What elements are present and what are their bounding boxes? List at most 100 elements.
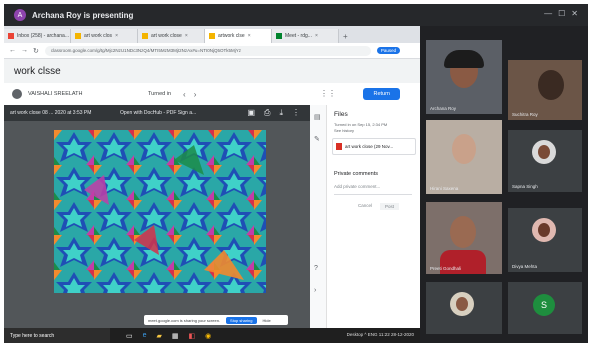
- stop-sharing-button[interactable]: Stop sharing: [226, 316, 257, 324]
- return-button[interactable]: Return: [363, 88, 400, 100]
- open-with-button[interactable]: Open with DocHub - PDF Sign a...: [120, 110, 196, 116]
- private-comment-input[interactable]: Add private comment...: [334, 184, 412, 195]
- apps-grid-icon[interactable]: ⋮⋮: [320, 89, 336, 98]
- participant-name: Archana Roy: [430, 106, 457, 111]
- system-tray: Desktop ^ ENG 11:22 28-12-2020: [346, 332, 414, 337]
- viewer-icons: ▣ ⎙ ⤓ ⋮: [247, 108, 300, 118]
- folder-icon[interactable]: ▰: [157, 332, 162, 340]
- files-heading: Files: [334, 111, 348, 118]
- classroom-icon: [75, 33, 81, 39]
- tab-close-icon[interactable]: ×: [315, 33, 318, 39]
- assignment-title: work clsse: [14, 66, 61, 77]
- document-viewer: [4, 121, 310, 328]
- participants-panel: Archana Roy Suchitra Roy Hirani Saxena S…: [420, 26, 588, 343]
- files-icon[interactable]: ▤: [314, 113, 321, 121]
- participant-name: Hirani Saxena: [430, 186, 459, 191]
- participant-name: Suchitra Roy: [512, 112, 538, 117]
- collapse-icon[interactable]: ›: [314, 287, 316, 294]
- meet-presenting-bar: A Archana Roy is presenting — ☐ ✕: [4, 4, 588, 26]
- office-icon[interactable]: ◧: [189, 332, 196, 340]
- student-artwork: [54, 130, 266, 293]
- tab-close-icon[interactable]: ×: [185, 33, 188, 39]
- browser-tab[interactable]: art work clos ×: [71, 29, 138, 43]
- participant-video: [452, 134, 476, 164]
- tab-close-icon[interactable]: ×: [115, 33, 118, 39]
- screen-share-banner: meet.google.com is sharing your screen. …: [144, 315, 288, 325]
- participant-tile[interactable]: Hirani Saxena: [426, 120, 502, 194]
- student-name[interactable]: VAISHALI SREELATH: [28, 91, 148, 97]
- reload-icon[interactable]: ↻: [33, 47, 39, 55]
- participant-video: [450, 216, 476, 248]
- windows-taskbar: Type here to search ▭ e ▰ ▦ ◧ ◉ Desktop …: [4, 328, 420, 343]
- self-preview-tile[interactable]: [426, 282, 502, 334]
- participant-tile[interactable]: Archana Roy: [426, 40, 502, 114]
- download-icon[interactable]: ⤓: [279, 108, 283, 118]
- participant-video: [538, 70, 564, 100]
- post-button[interactable]: Post: [380, 203, 400, 210]
- turned-in-status: Turned in: [148, 91, 172, 97]
- self-avatar: S: [533, 294, 555, 316]
- browser-tab[interactable]: art work close ×: [138, 29, 205, 43]
- address-bar-row: ← → ↻ classroom.google.com/g/tg/Mjc2NzU1…: [4, 43, 420, 59]
- browser-tab[interactable]: Meet - rdg... ×: [272, 29, 339, 43]
- forward-icon[interactable]: →: [21, 47, 28, 54]
- grade-icon[interactable]: ✎: [314, 135, 320, 143]
- participant-avatar: [532, 218, 556, 242]
- meet-icon: [276, 33, 282, 39]
- back-icon[interactable]: ←: [9, 47, 16, 54]
- student-row: VAISHALI SREELATH Turned in ‹› ⋮⋮ Return: [4, 83, 420, 106]
- cancel-button[interactable]: Cancel: [358, 203, 372, 210]
- minimize-icon[interactable]: —: [544, 9, 552, 18]
- private-comments-heading: Private comments: [334, 171, 379, 177]
- presenting-label: Archana Roy is presenting: [32, 10, 134, 20]
- browser-tab-strip: Inbox (258) - archana... × art work clos…: [4, 26, 420, 43]
- classroom-icon: [209, 33, 215, 39]
- participant-tile[interactable]: Divya Mehta: [508, 208, 582, 272]
- chrome-icon[interactable]: ◉: [205, 332, 211, 340]
- participant-name: Divya Mehta: [512, 264, 538, 269]
- attached-file[interactable]: art work close (29 Nov...: [332, 138, 416, 155]
- maximize-icon[interactable]: ☐: [558, 9, 565, 18]
- participant-name: Preeti Gondhali: [430, 266, 462, 271]
- address-bar[interactable]: classroom.google.com/g/tg/Mjc2NzU1NDc3Nz…: [44, 45, 371, 56]
- profile-paused-chip[interactable]: Paused: [376, 47, 401, 54]
- participant-hair: [444, 50, 484, 68]
- close-icon[interactable]: ✕: [571, 9, 578, 18]
- self-tile[interactable]: S: [508, 282, 582, 334]
- viewer-toolbar: art work close 08 ... 2020 at 3:53 PM Op…: [4, 105, 310, 121]
- files-panel: ▤ ✎ ? › Files Turned in on Sep 15, 2:34 …: [310, 105, 420, 328]
- pdf-icon: [336, 143, 342, 150]
- window-controls: — ☐ ✕: [544, 9, 578, 18]
- self-video-avatar: [450, 292, 474, 316]
- classroom-icon: [142, 33, 148, 39]
- participant-name: Sapna Singh: [512, 184, 538, 189]
- comment-actions: Cancel Post: [358, 203, 400, 210]
- participant-tile[interactable]: Sapna Singh: [508, 130, 582, 192]
- turned-in-info: Turned in on Sep 15, 2:34 PM See history: [334, 122, 414, 134]
- presenter-avatar: A: [14, 9, 26, 21]
- edge-icon[interactable]: e: [143, 332, 147, 340]
- taskbar-icons: ▭ e ▰ ▦ ◧ ◉: [126, 332, 211, 340]
- store-icon[interactable]: ▦: [172, 332, 179, 340]
- student-avatar: [12, 89, 22, 99]
- student-pager[interactable]: ‹›: [183, 90, 204, 99]
- participant-tile[interactable]: Preeti Gondhali: [426, 202, 502, 274]
- panel-rail: ▤ ✎ ? ›: [310, 105, 327, 328]
- print-icon[interactable]: ⎙: [264, 108, 270, 118]
- hide-banner-button[interactable]: Hide: [263, 318, 271, 323]
- gmail-icon: [8, 33, 14, 39]
- participant-avatar: [532, 140, 556, 164]
- file-label: art work close 08 ... 2020 at 3:53 PM: [10, 110, 92, 116]
- comment-icon[interactable]: ▣: [247, 108, 255, 118]
- task-view-icon[interactable]: ▭: [126, 332, 133, 340]
- shared-screen: Inbox (258) - archana... × art work clos…: [4, 26, 420, 328]
- more-icon[interactable]: ⋮: [292, 108, 300, 118]
- participant-tile[interactable]: Suchitra Roy: [508, 60, 582, 120]
- new-tab-icon[interactable]: +: [343, 32, 348, 41]
- see-history-link[interactable]: See history: [334, 128, 414, 134]
- help-icon[interactable]: ?: [314, 265, 318, 272]
- taskbar-search[interactable]: Type here to search: [4, 328, 110, 343]
- tab-close-icon[interactable]: ×: [248, 33, 251, 39]
- browser-tab[interactable]: Inbox (258) - archana... ×: [4, 29, 71, 43]
- browser-tab[interactable]: artwork clse ×: [205, 29, 272, 43]
